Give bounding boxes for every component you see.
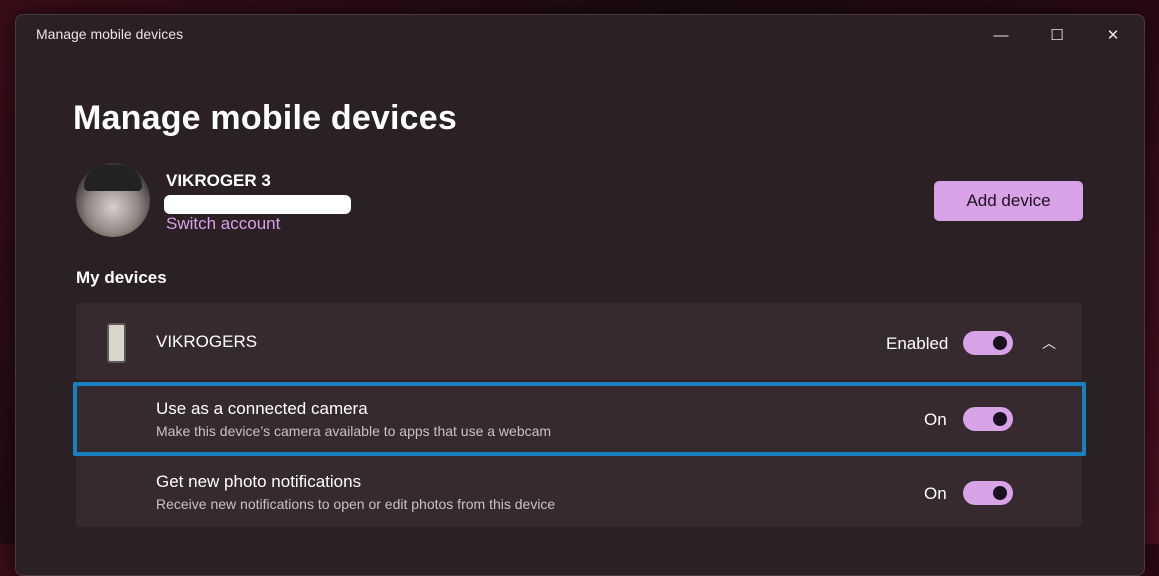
connected-camera-toggle[interactable] bbox=[963, 407, 1013, 431]
avatar-hat bbox=[84, 165, 142, 191]
maximize-icon: ☐ bbox=[1050, 27, 1064, 44]
setting-description: Make this device’s camera available to a… bbox=[156, 423, 552, 439]
account-email-redacted bbox=[164, 195, 351, 214]
photo-notifications-toggle[interactable] bbox=[963, 481, 1013, 505]
close-icon: ✕ bbox=[1106, 27, 1120, 44]
phone-icon bbox=[107, 323, 126, 363]
page-title: Manage mobile devices bbox=[73, 99, 458, 137]
setting-state-label: On bbox=[924, 484, 947, 503]
my-devices-heading: My devices bbox=[76, 268, 167, 287]
maximize-button[interactable]: ☐ bbox=[1034, 15, 1080, 55]
setting-title: Use as a connected camera bbox=[156, 399, 368, 418]
device-enabled-toggle[interactable] bbox=[963, 331, 1013, 355]
title-bar: Manage mobile devices — ☐ ✕ bbox=[16, 15, 1144, 55]
setting-state-label: On bbox=[924, 410, 947, 429]
minimize-button[interactable]: — bbox=[978, 15, 1024, 55]
app-window: Manage mobile devices — ☐ ✕ Manage mobil… bbox=[15, 14, 1145, 576]
window-title: Manage mobile devices bbox=[36, 26, 184, 42]
setting-description: Receive new notifications to open or edi… bbox=[156, 496, 556, 512]
account-name: VIKROGER 3 bbox=[166, 171, 271, 190]
toggle-knob bbox=[993, 412, 1007, 426]
minimize-icon: — bbox=[993, 26, 1009, 44]
chevron-up-icon[interactable]: ︿ bbox=[1042, 333, 1056, 351]
close-button[interactable]: ✕ bbox=[1090, 15, 1136, 55]
device-status-label: Enabled bbox=[886, 334, 949, 353]
device-name: VIKROGERS bbox=[156, 332, 258, 351]
setting-title: Get new photo notifications bbox=[156, 472, 362, 491]
setting-row-photo-notifications: Get new photo notifications Receive new … bbox=[76, 454, 1082, 527]
toggle-knob bbox=[993, 336, 1007, 350]
add-device-button[interactable]: Add device bbox=[934, 181, 1083, 221]
switch-account-link[interactable]: Switch account bbox=[166, 214, 280, 234]
device-card-header[interactable]: VIKROGERS Enabled ︿ bbox=[76, 303, 1082, 380]
toggle-knob bbox=[993, 486, 1007, 500]
avatar bbox=[76, 163, 150, 237]
setting-row-connected-camera: Use as a connected camera Make this devi… bbox=[76, 382, 1082, 452]
